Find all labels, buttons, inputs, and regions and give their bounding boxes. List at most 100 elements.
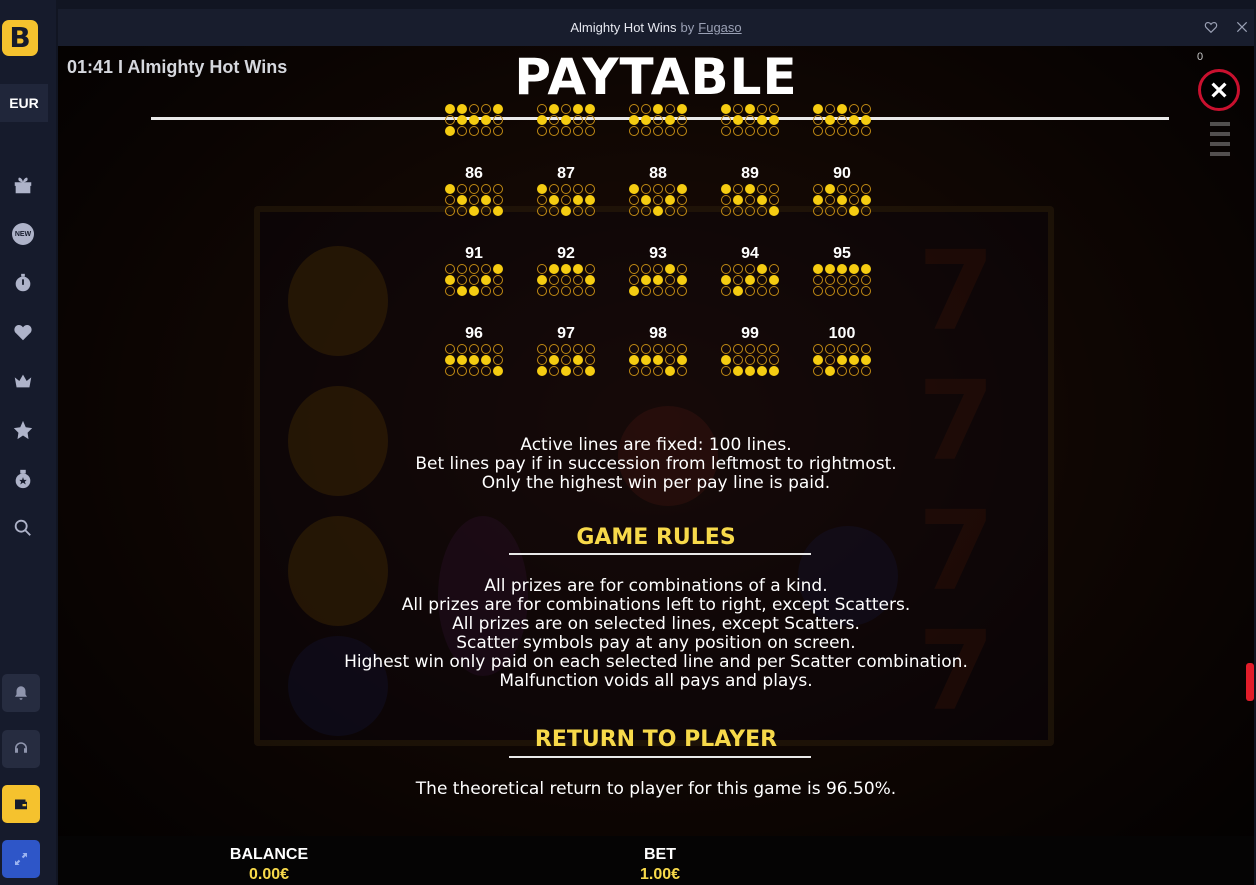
payline-dot [629, 205, 639, 216]
payline-dot [745, 343, 755, 354]
heart-icon[interactable] [10, 319, 36, 345]
payline-dot [493, 114, 503, 125]
payline-dot [445, 343, 455, 354]
payline-dot [837, 125, 847, 136]
payline-dot-active [537, 365, 547, 376]
payline-top-3 [626, 84, 690, 136]
payline-dot [757, 125, 767, 136]
payline-dot-active [665, 365, 675, 376]
payline-dot [573, 205, 583, 216]
payline-number: 91 [465, 245, 483, 262]
payline-dot [757, 285, 767, 296]
payline-dot [457, 343, 467, 354]
paylines-grid: 86 87 88 89 90 91 92 93 94 95 96 97 98 99 100 [58, 103, 1254, 412]
payline-dot [769, 183, 779, 194]
payline-dot [493, 343, 503, 354]
search-icon[interactable] [10, 515, 36, 541]
lines-info-3: Only the highest win per pay line is pai… [481, 473, 831, 493]
payline-dot [561, 285, 571, 296]
payline-number: 92 [557, 245, 575, 262]
payline-dot [837, 274, 847, 285]
payline-dot-active [861, 263, 871, 274]
payline-dot-active [849, 354, 859, 365]
payline-number [534, 84, 598, 103]
payline-dot [561, 125, 571, 136]
payline-dot [769, 263, 779, 274]
payline-dot-active [537, 274, 547, 285]
payline-dot [721, 194, 731, 205]
payline-dot [721, 365, 731, 376]
payline-dot-active [825, 114, 835, 125]
star-icon[interactable] [10, 417, 36, 443]
payline-dot [549, 114, 559, 125]
payline-dot-active [573, 194, 583, 205]
wallet-button[interactable] [2, 785, 40, 823]
payline-dot-active [457, 194, 467, 205]
payline-dot-active [653, 354, 663, 365]
payline-dot [665, 103, 675, 114]
payline-dot [445, 114, 455, 125]
payline-dot [653, 114, 663, 125]
payline-dot [573, 285, 583, 296]
favorite-heart-icon[interactable] [1203, 19, 1219, 35]
payline-dot-active [665, 114, 675, 125]
game-stage: 7 7 7 7 01:41 I Almighty Hot Wins 0 PAYT… [58, 46, 1254, 885]
payline-dot [537, 194, 547, 205]
payline-top-5 [810, 84, 874, 136]
payline-dot [825, 103, 835, 114]
payline-dot-active [573, 354, 583, 365]
site-logo[interactable]: B [2, 20, 38, 56]
payline-pattern [720, 263, 782, 296]
payline-number [810, 84, 874, 103]
notifications-button[interactable] [2, 674, 40, 712]
payline-pattern [536, 343, 598, 376]
provider-link[interactable]: Fugaso [698, 20, 741, 35]
crown-icon[interactable] [10, 368, 36, 394]
payline-dot-active [469, 354, 479, 365]
payline-dot-active [457, 114, 467, 125]
gift-icon[interactable] [10, 172, 36, 198]
payline-dot [757, 205, 767, 216]
payline-dot-active [573, 263, 583, 274]
payline-pattern [536, 183, 598, 216]
payline-dot [677, 125, 687, 136]
payline-dot [457, 125, 467, 136]
payline-dot [653, 343, 663, 354]
rule-4: Scatter symbols pay at any position on s… [456, 633, 856, 653]
bonus-icon[interactable] [10, 466, 36, 492]
expand-button[interactable] [2, 840, 40, 878]
payline-dot-active [849, 205, 859, 216]
payline-dot [665, 125, 675, 136]
payline-dot [445, 285, 455, 296]
payline-dot [469, 125, 479, 136]
payline-dot [861, 103, 871, 114]
payline-dot [537, 125, 547, 136]
payline-dot-active [733, 114, 743, 125]
close-window-icon[interactable] [1234, 19, 1250, 35]
stopwatch-icon[interactable] [10, 270, 36, 296]
bet-display: BET 1.00€ [600, 846, 720, 884]
payline-100: 100 [810, 324, 874, 376]
currency-selector[interactable]: EUR [0, 84, 48, 122]
payline-dot [493, 274, 503, 285]
payline-dot [549, 343, 559, 354]
payline-dot-active [549, 263, 559, 274]
payline-dot [629, 194, 639, 205]
payline-dot [457, 183, 467, 194]
payline-dot [677, 365, 687, 376]
payline-pattern [536, 103, 598, 136]
payline-dot [837, 365, 847, 376]
new-games-icon[interactable]: NEW [10, 221, 36, 247]
payline-dot-active [445, 183, 455, 194]
payline-dot-active [769, 365, 779, 376]
payline-number: 90 [833, 165, 851, 182]
payline-dot-active [745, 274, 755, 285]
payline-dot [641, 365, 651, 376]
payline-dot-active [537, 114, 547, 125]
payline-dot [757, 103, 767, 114]
payline-number [626, 84, 690, 103]
payline-dot [825, 194, 835, 205]
support-button[interactable] [2, 730, 40, 768]
payline-dot [469, 274, 479, 285]
payline-dot [561, 343, 571, 354]
